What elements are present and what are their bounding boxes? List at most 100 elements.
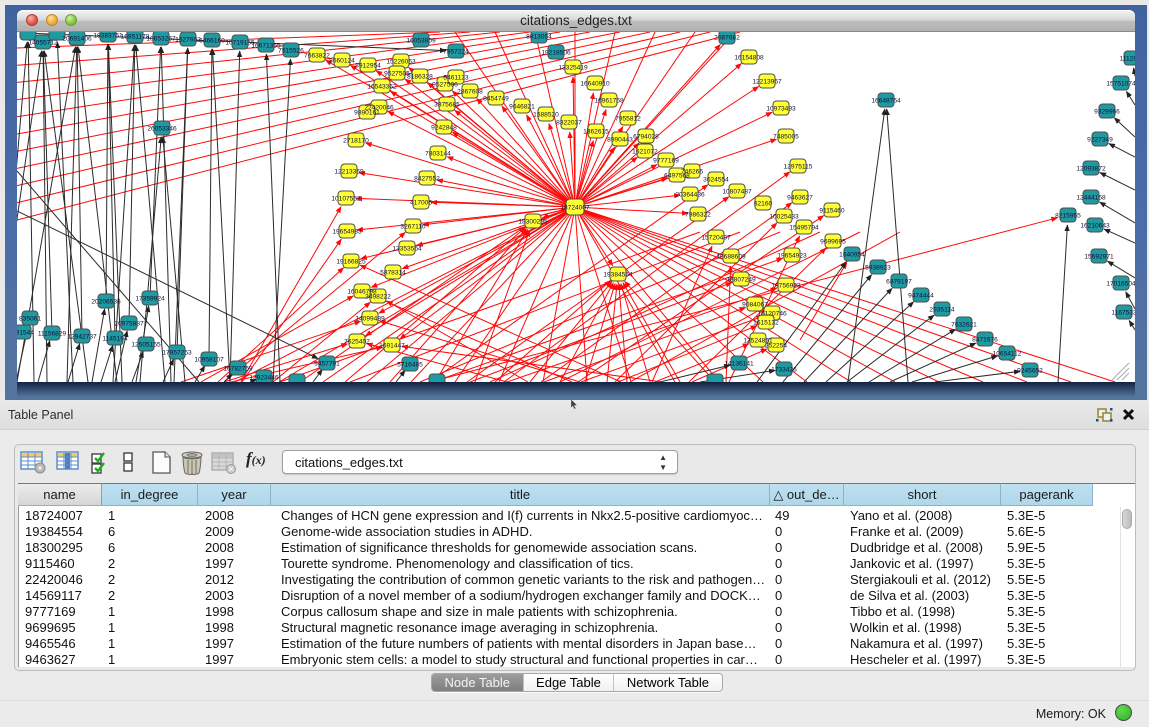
svg-text:19654923: 19654923 (777, 253, 807, 260)
svg-text:1362615: 1362615 (583, 129, 609, 136)
svg-text:12213369: 12213369 (334, 169, 364, 176)
svg-text:15692971: 15692971 (1084, 254, 1114, 261)
svg-text:17957253: 17957253 (162, 350, 192, 357)
svg-text:7515526: 7515526 (278, 48, 304, 55)
svg-text:19166825: 19166825 (336, 259, 366, 266)
svg-text:8471676: 8471676 (972, 337, 998, 344)
svg-text:10973493: 10973493 (766, 106, 796, 113)
svg-text:9329966: 9329966 (1094, 109, 1120, 116)
svg-text:6879197: 6879197 (886, 279, 912, 286)
svg-text:10653267: 10653267 (146, 36, 176, 43)
svg-text:835061: 835061 (19, 316, 41, 323)
svg-text:19218506: 19218506 (541, 50, 571, 57)
svg-text:8427552: 8427552 (414, 176, 440, 183)
svg-text:9242848: 9242848 (431, 125, 457, 132)
svg-text:16671355: 16671355 (251, 43, 281, 50)
svg-text:14055712: 14055712 (28, 40, 58, 47)
svg-text:9646821: 9646821 (509, 104, 535, 111)
svg-text:20691406: 20691406 (62, 36, 92, 43)
svg-text:7955812: 7955812 (615, 116, 641, 123)
svg-text:8186328: 8186328 (407, 74, 433, 81)
svg-text:1112804: 1112804 (1120, 56, 1135, 63)
svg-text:9245652: 9245652 (1017, 368, 1043, 375)
svg-text:18724007: 18724007 (560, 205, 590, 212)
svg-text:10107552: 10107552 (331, 196, 361, 203)
svg-text:15495794: 15495794 (789, 225, 819, 232)
svg-text:9115460: 9115460 (819, 208, 845, 215)
svg-text:8990443: 8990443 (607, 137, 633, 144)
svg-text:1167533: 1167533 (1111, 310, 1135, 317)
svg-text:19654983: 19654983 (332, 229, 362, 236)
svg-text:3624554: 3624554 (703, 177, 729, 184)
svg-text:15226053: 15226053 (386, 59, 416, 66)
svg-text:20206536: 20206536 (91, 299, 121, 306)
svg-text:14099489: 14099489 (355, 316, 385, 323)
svg-text:18300295: 18300295 (518, 219, 548, 226)
svg-text:1691447: 1691447 (379, 343, 405, 350)
svg-text:391544: 391544 (17, 330, 34, 337)
svg-text:5878314: 5878314 (380, 270, 406, 277)
svg-text:2935114: 2935114 (929, 307, 955, 314)
svg-text:10688609: 10688609 (716, 254, 746, 261)
svg-text:20975887: 20975887 (114, 321, 144, 328)
svg-text:7857224: 7857224 (443, 49, 469, 56)
svg-text:7663822: 7663822 (304, 53, 330, 60)
svg-text:6466160: 6466160 (199, 38, 225, 45)
svg-text:8912954: 8912954 (355, 63, 381, 70)
svg-text:62160: 62160 (754, 201, 773, 208)
svg-text:5716485: 5716485 (397, 362, 423, 369)
svg-text:5461123: 5461123 (443, 75, 469, 82)
svg-text:10958107: 10958107 (194, 357, 224, 364)
svg-text:6794028: 6794028 (633, 134, 659, 141)
svg-text:10025433: 10025433 (769, 214, 799, 221)
svg-text:12093872: 12093872 (1076, 166, 1106, 173)
svg-text:11156829: 11156829 (38, 331, 67, 338)
svg-text:1640954: 1640954 (839, 252, 865, 259)
svg-text:9463627: 9463627 (787, 195, 813, 202)
svg-text:15720407: 15720407 (701, 235, 731, 242)
svg-text:9227349: 9227349 (1087, 137, 1113, 144)
svg-text:8660124: 8660124 (329, 58, 355, 65)
svg-text:16053809: 16053809 (406, 38, 436, 45)
svg-text:1588520: 1588520 (533, 112, 559, 119)
svg-text:9527506: 9527506 (432, 82, 458, 89)
svg-text:2087682: 2087682 (714, 35, 740, 42)
svg-text:6497568: 6497568 (664, 173, 690, 180)
svg-text:9890161: 9890161 (354, 110, 380, 117)
svg-text:1621072: 1621072 (632, 149, 658, 156)
svg-text:3498222: 3498222 (365, 294, 391, 301)
svg-text:5938923: 5938923 (865, 265, 891, 272)
svg-text:8215955: 8215955 (1055, 213, 1081, 220)
svg-text:19384554: 19384554 (603, 272, 633, 279)
svg-text:12213967: 12213967 (752, 79, 782, 86)
svg-text:16154808: 16154808 (734, 55, 764, 62)
svg-text:9457791: 9457791 (314, 361, 340, 368)
svg-text:18807249: 18807249 (726, 277, 756, 284)
svg-text:1733426: 1733426 (771, 367, 797, 374)
svg-text:9474444: 9474444 (908, 293, 934, 300)
svg-text:9699695: 9699695 (820, 239, 846, 246)
svg-text:16648764: 16648764 (871, 98, 901, 105)
svg-text:7803144: 7803144 (425, 151, 451, 158)
svg-text:7625402: 7625402 (344, 339, 370, 346)
svg-text:10807487: 10807487 (722, 189, 752, 196)
svg-text:12444158: 12444158 (1076, 195, 1106, 202)
svg-text:10654112: 10654112 (993, 351, 1022, 358)
svg-text:12923446: 12923446 (249, 375, 279, 382)
svg-text:16120746: 16120746 (757, 311, 787, 318)
svg-text:12942737: 12942737 (67, 334, 97, 341)
svg-text:417006: 417006 (410, 200, 432, 207)
svg-text:13325419: 13325419 (558, 65, 588, 72)
svg-text:15751074: 15751074 (1106, 81, 1135, 88)
svg-text:9777169: 9777169 (653, 158, 679, 165)
svg-text:20364436: 20364436 (675, 192, 705, 199)
svg-text:17359924: 17359924 (135, 296, 165, 303)
svg-text:252254: 252254 (765, 343, 787, 350)
svg-text:7986322: 7986322 (685, 212, 711, 219)
svg-text:2867608: 2867608 (457, 89, 483, 96)
svg-text:26053346: 26053346 (147, 126, 177, 133)
svg-text:8322037: 8322037 (556, 120, 582, 127)
svg-text:12505155: 12505155 (131, 342, 161, 349)
svg-text:19756923: 19756923 (771, 283, 801, 290)
svg-text:1145194: 1145194 (102, 336, 128, 343)
